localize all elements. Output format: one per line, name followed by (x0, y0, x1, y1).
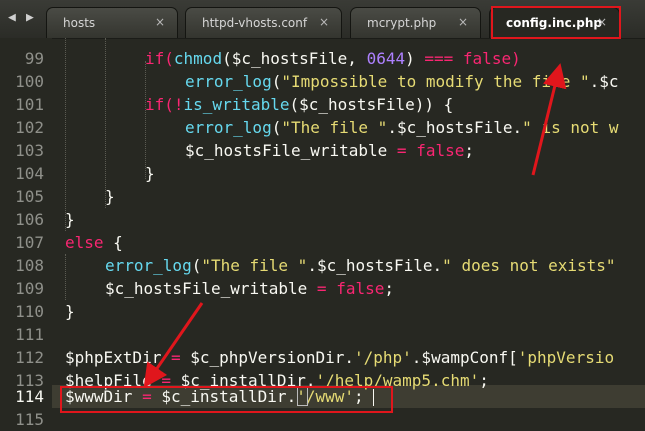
arrow-to-line (143, 302, 204, 388)
arrow-to-tab (531, 63, 567, 176)
annotation-arrows (143, 63, 567, 388)
